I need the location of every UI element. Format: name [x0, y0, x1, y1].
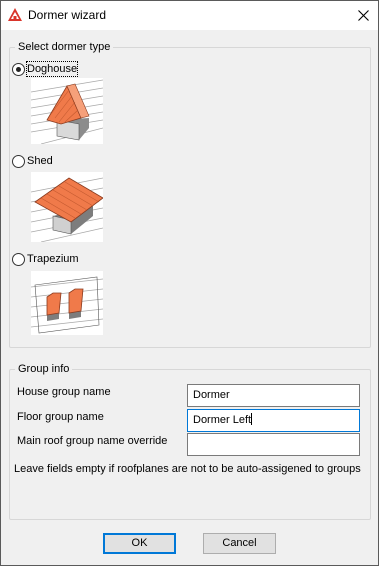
radio-trapezium-button[interactable]: [12, 252, 25, 266]
floor-group-name-label: Floor group name: [17, 411, 104, 423]
radio-trapezium[interactable]: Trapezium: [12, 252, 79, 266]
close-icon: [358, 10, 369, 21]
floor-group-name-value: Dormer Left: [193, 414, 252, 426]
radio-trapezium-label: Trapezium: [27, 253, 79, 265]
shed-illustration: [31, 172, 103, 242]
window-title: Dormer wizard: [28, 8, 107, 22]
doghouse-illustration: [31, 78, 103, 144]
floor-group-name-input[interactable]: Dormer Left: [187, 409, 360, 432]
radio-doghouse-button[interactable]: [12, 62, 25, 76]
dormer-wizard-dialog: Dormer wizard Select dormer type Doghous…: [0, 0, 379, 566]
main-roof-group-override-label: Main roof group name override: [17, 435, 168, 447]
ok-button[interactable]: OK: [103, 533, 176, 554]
group-info-note: Leave fields empty if roofplanes are not…: [14, 463, 361, 475]
house-group-name-input[interactable]: Dormer: [187, 384, 360, 407]
trapezium-illustration: [31, 271, 103, 335]
cancel-button[interactable]: Cancel: [203, 533, 276, 554]
close-button[interactable]: [349, 1, 378, 30]
main-roof-group-override-input[interactable]: [187, 433, 360, 456]
house-group-name-label: House group name: [17, 386, 111, 398]
text-caret: [251, 413, 253, 425]
radio-shed-label: Shed: [27, 155, 53, 167]
app-icon: [8, 8, 22, 21]
radio-shed[interactable]: Shed: [12, 154, 53, 168]
radio-doghouse[interactable]: Doghouse: [12, 61, 79, 77]
dormer-type-legend: Select dormer type: [15, 40, 114, 54]
group-info-legend: Group info: [15, 362, 73, 376]
radio-shed-button[interactable]: [12, 154, 25, 168]
radio-doghouse-label: Doghouse: [25, 61, 79, 77]
title-bar: Dormer wizard: [1, 1, 378, 30]
